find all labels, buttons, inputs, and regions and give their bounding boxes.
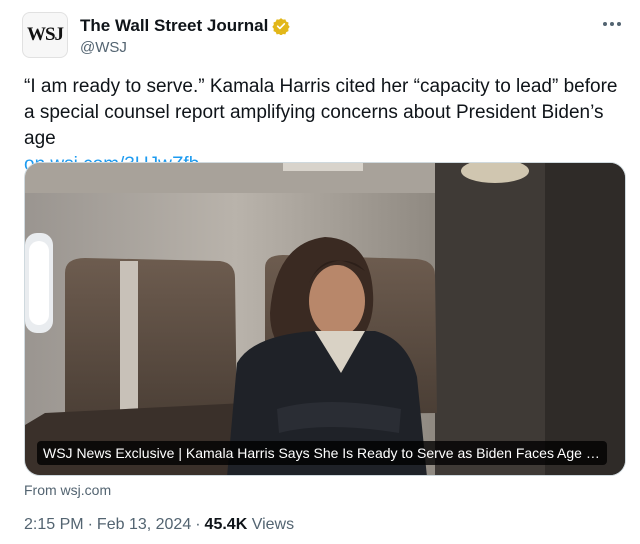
tweet-meta: 2:15 PM · Feb 13, 2024 · 45.4K Views xyxy=(24,516,294,534)
card-caption: WSJ News Exclusive | Kamala Harris Says … xyxy=(37,441,607,465)
meta-separator: · xyxy=(87,516,93,533)
views-count: 45.4K xyxy=(204,516,248,533)
tweet-time[interactable]: 2:15 PM xyxy=(24,516,84,533)
tweet-container: WSJ The Wall Street Journal @WSJ “I am r… xyxy=(0,0,640,544)
author-name-row: The Wall Street Journal xyxy=(80,16,290,36)
card-source[interactable]: From wsj.com xyxy=(24,482,111,498)
meta-separator: · xyxy=(195,516,201,533)
link-card[interactable]: WSJ News Exclusive | Kamala Harris Says … xyxy=(24,162,626,476)
tweet-date[interactable]: Feb 13, 2024 xyxy=(97,516,191,533)
avatar[interactable]: WSJ xyxy=(22,12,68,58)
author-display-name[interactable]: The Wall Street Journal xyxy=(80,16,268,36)
views-label: Views xyxy=(251,516,295,533)
more-horizontal-icon[interactable] xyxy=(600,14,624,34)
verified-badge-icon[interactable] xyxy=(272,17,290,35)
card-image xyxy=(25,163,625,475)
avatar-logo-text: WSJ xyxy=(26,24,64,45)
author-handle[interactable]: @WSJ xyxy=(80,39,127,56)
tweet-body: “I am ready to serve.” Kamala Harris cit… xyxy=(24,76,618,149)
